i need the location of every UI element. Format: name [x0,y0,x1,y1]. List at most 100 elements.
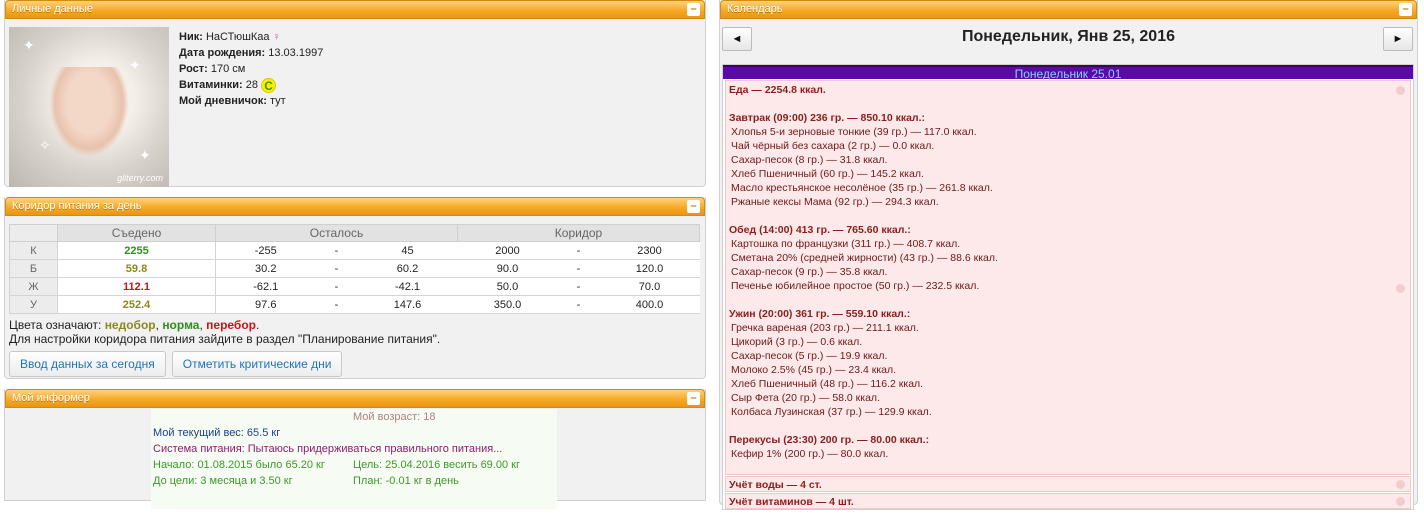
food-item[interactable]: Сахар-песок (5 гр.) — 19.9 ккал. [729,349,1407,363]
sparkle-icon: ✦ [139,147,151,163]
personal-data-header: Личные данные – [5,0,705,19]
minimize-icon[interactable]: – [687,200,700,213]
table-row: У 252.4 97.6-147.6 350.0-400.0 [9,295,700,314]
food-item[interactable]: Кефир 1% (200 гр.) — 80.0 ккал. [729,447,1407,461]
row-label: Б [9,259,58,278]
food-item[interactable]: Сахар-песок (9 гр.) — 35.8 ккал. [729,265,1407,279]
informer-title: Мой информер [12,392,90,404]
height-label: Рост: [179,63,208,75]
range-dash: - [557,295,600,314]
water-log[interactable]: Учёт воды — 4 ст. [725,476,1411,492]
avatar: ✦ ✦ ✧ ✦ gliterry.com [9,27,169,187]
remaining-from: 97.6 [215,295,316,314]
legend-over: перебор [206,318,256,332]
food-item[interactable]: Колбаса Лузинская (37 гр.) — 129.9 ккал. [729,405,1407,419]
informer-header: Мой информер – [5,389,705,408]
food-item[interactable]: Чай чёрный без сахара (2 гр.) — 0.0 ккал… [729,139,1407,153]
informer-system: Система питания: Пытаюсь придерживаться … [153,443,503,455]
day-card: Понедельник 25.01 Еда — 2254.8 ккал. Зав… [722,64,1414,510]
col-remaining: Осталось [215,224,458,242]
avatar-watermark: gliterry.com [117,173,163,183]
color-legend: Цвета означают: недобор, норма, перебор. [9,318,260,332]
range-dash: - [315,241,358,260]
food-item[interactable]: Ржаные кексы Мама (92 гр.) — 294.3 ккал. [729,195,1407,209]
calendar-panel: Календарь – ◄ Понедельник, Янв 25, 2016 … [719,0,1418,510]
informer-start: Начало: 01.08.2015 было 65.20 кг [153,459,325,471]
food-item[interactable]: Гречка вареная (203 гр.) — 211.1 ккал. [729,321,1407,335]
edit-icon[interactable] [1396,480,1405,489]
range-dash: - [315,259,358,278]
table-row: Ж 112.1 -62.1- -42.1 50.0-70.0 [9,277,700,296]
eaten-value: 252.4 [57,295,216,314]
diary-link[interactable]: тут [270,95,286,107]
food-log[interactable]: Еда — 2254.8 ккал. Завтрак (09:00) 236 г… [725,80,1411,475]
edit-icon[interactable] [1396,497,1405,506]
corridor-to: 120.0 [599,259,700,278]
food-item[interactable]: Масло крестьянское несолёное (35 гр.) — … [729,181,1407,195]
sparkle-icon: ✦ [23,37,35,53]
vitamins-label: Витаминки: [179,79,243,91]
female-icon: ♀ [272,31,281,43]
corridor-table: Съедено Осталось Коридор К 2255 -255-45 200… [9,224,700,314]
personal-data-title: Личные данные [12,3,93,15]
food-item[interactable]: Сахар-песок (8 гр.) — 31.8 ккал. [729,153,1407,167]
row-label: У [9,295,58,314]
corridor-from: 90.0 [457,259,558,278]
birth-label: Дата рождения: [179,47,266,59]
range-dash: - [557,259,600,278]
corridor-from: 350.0 [457,295,558,314]
remaining-to: 60.2 [357,259,458,278]
informer-panel: Мой информер – Мой возраст: 18 Мой текущ… [4,389,706,509]
calendar-title: Календарь [727,3,783,15]
legend-ok: норма [162,318,200,332]
corridor-to: 70.0 [599,277,700,296]
food-item[interactable]: Хлеб Пшеничный (60 гр.) — 145.2 ккал. [729,167,1407,181]
edit-icon[interactable] [1396,284,1405,293]
vitamins-log[interactable]: Учёт витаминов — 4 шт. [725,493,1411,509]
meal-header[interactable]: Ужин (20:00) 361 гр. — 559.10 ккал.: [729,307,1407,321]
vitamins-value: 28 [245,79,258,91]
food-item[interactable]: Сметана 20% (средней жирности) (43 гр.) … [729,251,1407,265]
food-item[interactable]: Сыр Фета (20 гр.) — 58.0 ккал. [729,391,1407,405]
remaining-to: -42.1 [357,277,458,296]
minimize-icon[interactable]: – [687,3,700,16]
minimize-icon[interactable]: – [1399,3,1412,16]
meal-header[interactable]: Перекусы (23:30) 200 гр. — 80.00 ккал.: [729,433,1407,447]
eaten-value: 112.1 [57,277,216,296]
sparkle-icon: ✧ [39,137,51,153]
food-item[interactable]: Печенье юбилейное простое (50 гр.) — 232… [729,279,1407,293]
corridor-hint: Для настройки коридора питания зайдите в… [9,332,441,346]
vitamin-c-icon[interactable]: C [261,77,277,93]
row-label: Ж [9,277,58,296]
food-item[interactable]: Картошка по французки (311 гр.) — 408.7 … [729,237,1407,251]
personal-info: Ник: НаСТюшКаа ♀ Дата рождения: 13.03.19… [179,29,323,109]
range-dash: - [315,295,358,314]
food-item[interactable]: Цикорий (3 гр.) — 0.6 ккал. [729,335,1407,349]
minimize-icon[interactable]: – [687,392,700,405]
mark-critical-days-button[interactable]: Отметить критические дни [171,351,343,377]
legend-under: недобор [104,318,156,332]
nick-value[interactable]: НаСТюшКаа [206,31,270,43]
food-total: Еда — 2254.8 ккал. [729,84,826,96]
next-day-button[interactable]: ► [1383,27,1413,51]
water-log-label: Учёт воды — 4 ст. [729,479,822,491]
meal-header[interactable]: Обед (14:00) 413 гр. — 765.60 ккал.: [729,223,1407,237]
table-row: К 2255 -255-45 2000-2300 [9,241,700,260]
legend-prefix: Цвета означают: [9,318,102,332]
nick-label: Ник: [179,31,203,43]
informer-age: Мой возраст: 18 [353,411,436,423]
day-header[interactable]: Понедельник 25.01 [723,65,1413,81]
enter-today-button[interactable]: Ввод данных за сегодня [9,351,166,377]
informer-widget[interactable]: Мой возраст: 18 Мой текущий вес: 65.5 кг… [151,409,557,509]
food-item[interactable]: Хлопья 5-и зерновые тонкие (39 гр.) — 11… [729,125,1407,139]
food-item[interactable]: Молоко 2.5% (45 гр.) — 23.4 ккал. [729,363,1407,377]
corridor-from: 50.0 [457,277,558,296]
sparkle-icon: ✦ [129,57,141,73]
remaining-from: -255 [215,241,316,260]
calendar-date-title: Понедельник, Янв 25, 2016 [961,28,1175,45]
food-item[interactable]: Хлеб Пшеничный (48 гр.) — 116.2 ккал. [729,377,1407,391]
meal-header[interactable]: Завтрак (09:00) 236 гр. — 850.10 ккал.: [729,111,1407,125]
row-label: К [9,241,58,260]
edit-icon[interactable] [1396,86,1405,95]
col-eaten: Съедено [57,224,216,242]
